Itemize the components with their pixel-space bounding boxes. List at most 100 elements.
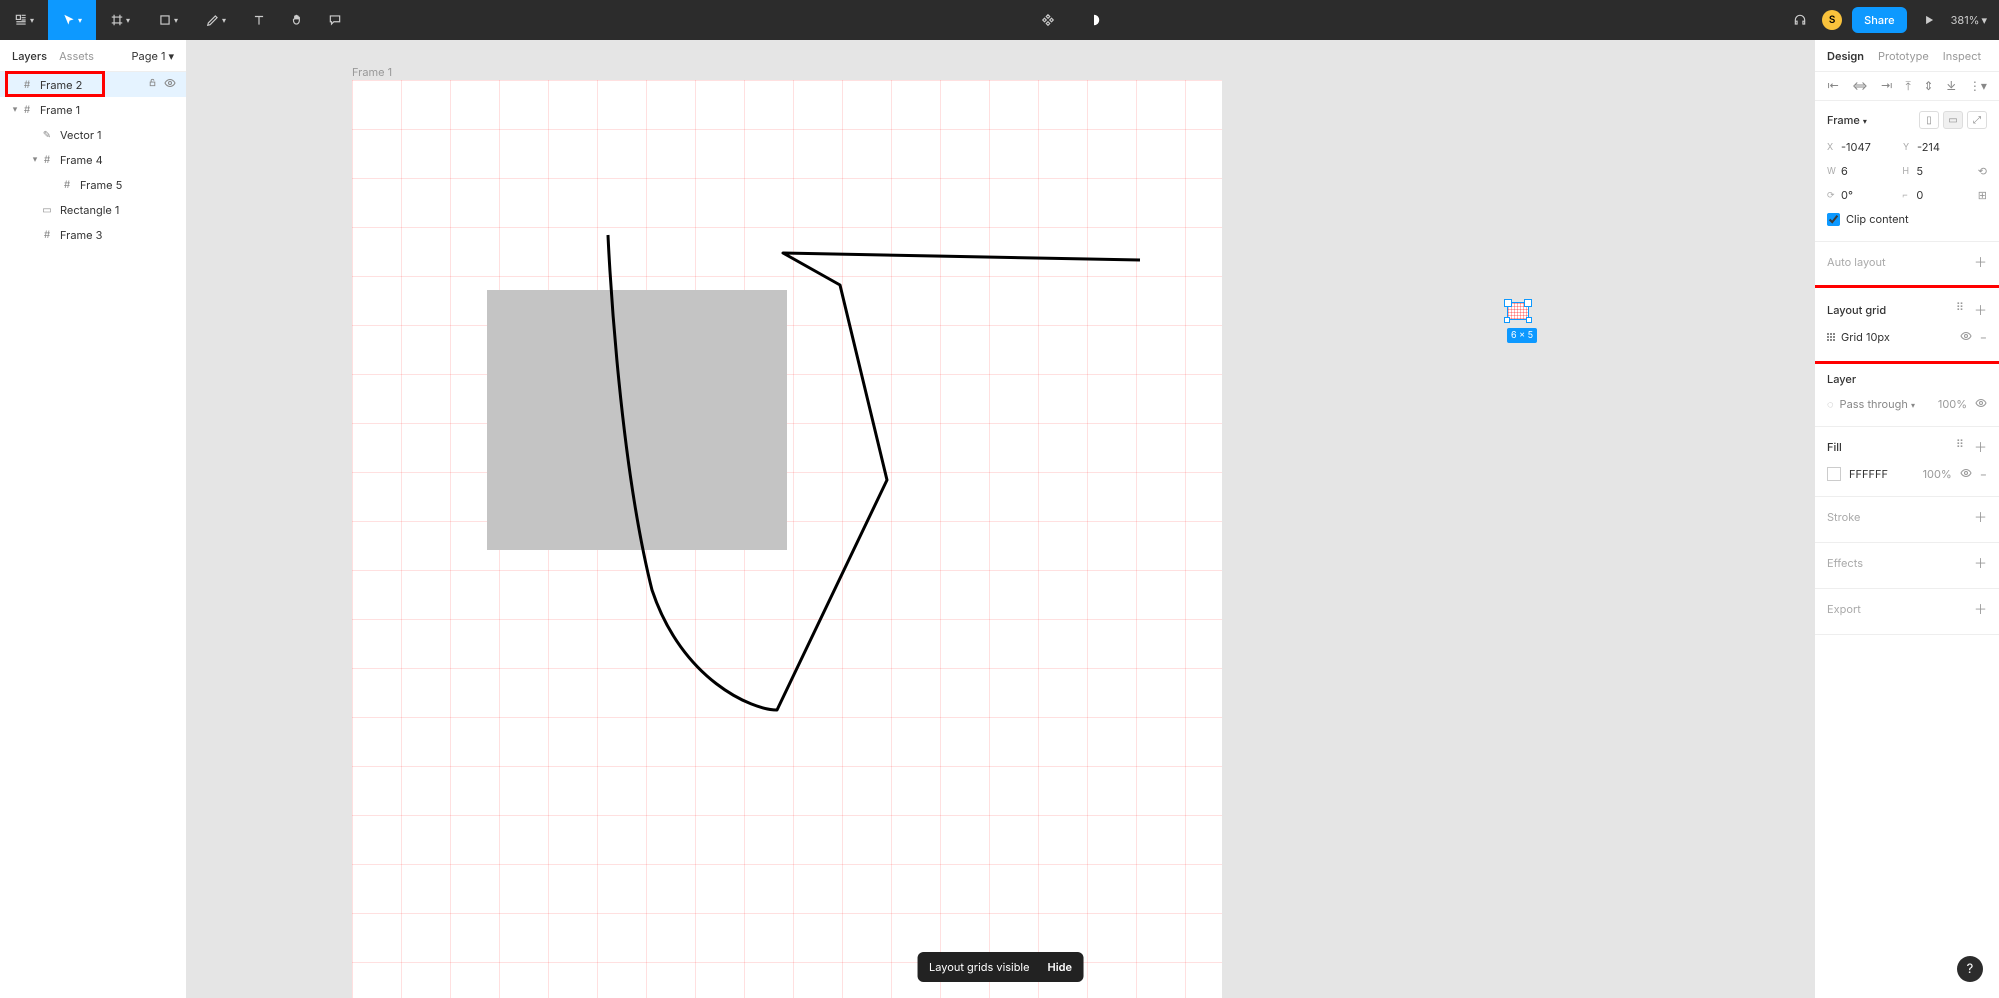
layout-grid-item[interactable]: Grid 10px − bbox=[1827, 325, 1987, 349]
section-auto-layout: Auto layout ＋ bbox=[1815, 242, 1999, 288]
layer-name: Frame 5 bbox=[80, 178, 186, 192]
avatar[interactable]: S bbox=[1822, 10, 1842, 30]
layer-row-frame-1[interactable]: ▾ # Frame 1 bbox=[0, 97, 186, 122]
blend-mode-select[interactable]: Pass through ▾ bbox=[1840, 397, 1915, 411]
tab-prototype[interactable]: Prototype bbox=[1878, 49, 1929, 63]
add-layout-grid-button[interactable]: ＋ bbox=[1974, 300, 1987, 319]
layer-row-vector-1[interactable]: ✎ Vector 1 bbox=[0, 122, 186, 147]
align-h-center-icon[interactable]: ⇔ bbox=[1852, 78, 1868, 94]
section-layer: Layer ◌ Pass through ▾ 100% bbox=[1815, 362, 1999, 427]
frame-2-canvas-selected[interactable] bbox=[1507, 302, 1529, 320]
layer-section-title: Layer bbox=[1827, 372, 1856, 386]
main-menu-button[interactable]: ▾ bbox=[0, 0, 48, 40]
left-panel-tabs: Layers Assets Page 1 ▾ bbox=[0, 40, 186, 72]
x-input[interactable]: -1047 bbox=[1841, 140, 1871, 154]
tab-design[interactable]: Design bbox=[1827, 49, 1864, 63]
present-button[interactable] bbox=[1917, 0, 1941, 40]
toast-notification: Layout grids visible Hide bbox=[917, 952, 1084, 982]
lock-icon[interactable] bbox=[147, 77, 158, 92]
visibility-icon[interactable] bbox=[164, 77, 176, 92]
height-input[interactable]: 5 bbox=[1916, 164, 1923, 178]
effects-title: Effects bbox=[1827, 556, 1863, 570]
fill-styles-icon[interactable]: ⠿ bbox=[1956, 437, 1964, 456]
frame-title[interactable]: Frame ▾ bbox=[1827, 113, 1867, 127]
headphones-icon[interactable] bbox=[1788, 0, 1812, 40]
components-icon[interactable] bbox=[1029, 0, 1067, 40]
distribute-icon[interactable]: ⋮▾ bbox=[1969, 78, 1987, 94]
frame-1-canvas[interactable] bbox=[352, 80, 1222, 998]
visibility-icon[interactable] bbox=[1960, 467, 1972, 482]
move-tool-button[interactable]: ▾ bbox=[48, 0, 96, 40]
align-v-center-icon[interactable]: ⇕ bbox=[1923, 78, 1933, 94]
fill-swatch[interactable] bbox=[1827, 467, 1841, 481]
frame-icon: # bbox=[40, 228, 54, 242]
resize-vertical-icon[interactable]: ▯ bbox=[1919, 111, 1939, 129]
fill-hex[interactable]: FFFFFF bbox=[1849, 467, 1888, 481]
resize-to-fit-icon[interactable]: ⤢ bbox=[1967, 111, 1987, 129]
rectangle-1-canvas[interactable] bbox=[487, 290, 787, 550]
constrain-proportions-icon[interactable]: ⟲ bbox=[1978, 164, 1987, 178]
align-right-icon[interactable]: ⇥ bbox=[1881, 78, 1893, 94]
mask-icon[interactable] bbox=[1075, 0, 1113, 40]
align-left-icon[interactable]: ⇤ bbox=[1827, 78, 1839, 94]
tab-inspect[interactable]: Inspect bbox=[1943, 49, 1981, 63]
corner-radius-input[interactable]: 0 bbox=[1916, 188, 1923, 202]
page-selector[interactable]: Page 1 ▾ bbox=[132, 49, 174, 63]
text-tool-button[interactable] bbox=[240, 0, 278, 40]
fill-item[interactable]: FFFFFF 100% − bbox=[1827, 462, 1987, 486]
independent-corners-icon[interactable]: ⊞ bbox=[1978, 188, 1987, 202]
chevron-down-icon: ▾ bbox=[1911, 400, 1915, 410]
shape-tool-button[interactable]: ▾ bbox=[144, 0, 192, 40]
remove-icon[interactable]: − bbox=[1980, 467, 1987, 482]
add-stroke-button[interactable]: ＋ bbox=[1974, 507, 1987, 526]
add-fill-button[interactable]: ＋ bbox=[1974, 437, 1987, 456]
section-export: Export ＋ bbox=[1815, 589, 1999, 635]
y-input[interactable]: -214 bbox=[1917, 140, 1940, 154]
tab-assets[interactable]: Assets bbox=[59, 49, 94, 63]
frame-1-label[interactable]: Frame 1 bbox=[352, 65, 392, 79]
layer-row-frame-4[interactable]: ▾ # Frame 4 bbox=[0, 147, 186, 172]
rotation-input[interactable]: 0° bbox=[1841, 188, 1853, 202]
width-input[interactable]: 6 bbox=[1841, 164, 1848, 178]
add-auto-layout-button[interactable]: ＋ bbox=[1974, 252, 1987, 271]
chevron-down-icon: ▾ bbox=[168, 49, 174, 63]
frame-resize-mode: ▯ ▭ ⤢ bbox=[1919, 111, 1987, 129]
frame-tool-button[interactable]: ▾ bbox=[96, 0, 144, 40]
hand-tool-button[interactable] bbox=[278, 0, 316, 40]
share-button[interactable]: Share bbox=[1852, 7, 1906, 33]
add-export-button[interactable]: ＋ bbox=[1974, 599, 1987, 618]
layer-row-frame-2[interactable]: # Frame 2 bbox=[0, 72, 186, 97]
remove-icon[interactable]: − bbox=[1980, 330, 1987, 345]
align-top-icon[interactable]: ⤒ bbox=[1905, 78, 1910, 94]
stroke-title: Stroke bbox=[1827, 510, 1860, 524]
help-button[interactable]: ? bbox=[1957, 956, 1983, 982]
section-stroke: Stroke ＋ bbox=[1815, 497, 1999, 543]
layer-row-frame-5[interactable]: # Frame 5 bbox=[0, 172, 186, 197]
align-bottom-icon[interactable]: ⤓ bbox=[1946, 78, 1956, 94]
layer-name: Frame 3 bbox=[60, 228, 186, 242]
pen-tool-button[interactable]: ▾ bbox=[192, 0, 240, 40]
collapse-icon[interactable]: ▾ bbox=[30, 154, 40, 165]
zoom-display[interactable]: 381% ▾ bbox=[1951, 13, 1987, 27]
resize-horizontal-icon[interactable]: ▭ bbox=[1943, 111, 1963, 129]
comment-tool-button[interactable] bbox=[316, 0, 354, 40]
right-panel: Design Prototype Inspect ⇤ ⇔ ⇥ ⤒ ⇕ ⤓ ⋮▾ … bbox=[1814, 40, 1999, 998]
layout-grid-settings-icon[interactable]: ⠿ bbox=[1956, 300, 1964, 319]
collapse-icon[interactable]: ▾ bbox=[10, 104, 20, 115]
frame-icon: # bbox=[60, 178, 74, 192]
canvas[interactable]: Frame 1 6 × 5 Layout grids visible Hide bbox=[187, 40, 1814, 998]
left-panel: Layers Assets Page 1 ▾ # Frame 2 bbox=[0, 40, 187, 998]
add-effect-button[interactable]: ＋ bbox=[1974, 553, 1987, 572]
frame-icon: # bbox=[20, 78, 34, 92]
visibility-icon[interactable] bbox=[1975, 397, 1987, 412]
layer-row-frame-3[interactable]: # Frame 3 bbox=[0, 222, 186, 247]
layer-row-rectangle-1[interactable]: ▭ Rectangle 1 bbox=[0, 197, 186, 222]
section-layout-grid: Layout grid ⠿ ＋ Grid 10px − bbox=[1815, 288, 1999, 362]
toast-hide-button[interactable]: Hide bbox=[1048, 960, 1072, 974]
clip-content-checkbox[interactable] bbox=[1827, 213, 1840, 226]
visibility-icon[interactable] bbox=[1960, 330, 1972, 345]
opacity-input[interactable]: 100% bbox=[1938, 397, 1967, 412]
tab-layers[interactable]: Layers bbox=[12, 49, 47, 63]
fill-opacity-input[interactable]: 100% bbox=[1923, 467, 1952, 482]
blend-mode-icon[interactable]: ◌ bbox=[1827, 397, 1834, 411]
